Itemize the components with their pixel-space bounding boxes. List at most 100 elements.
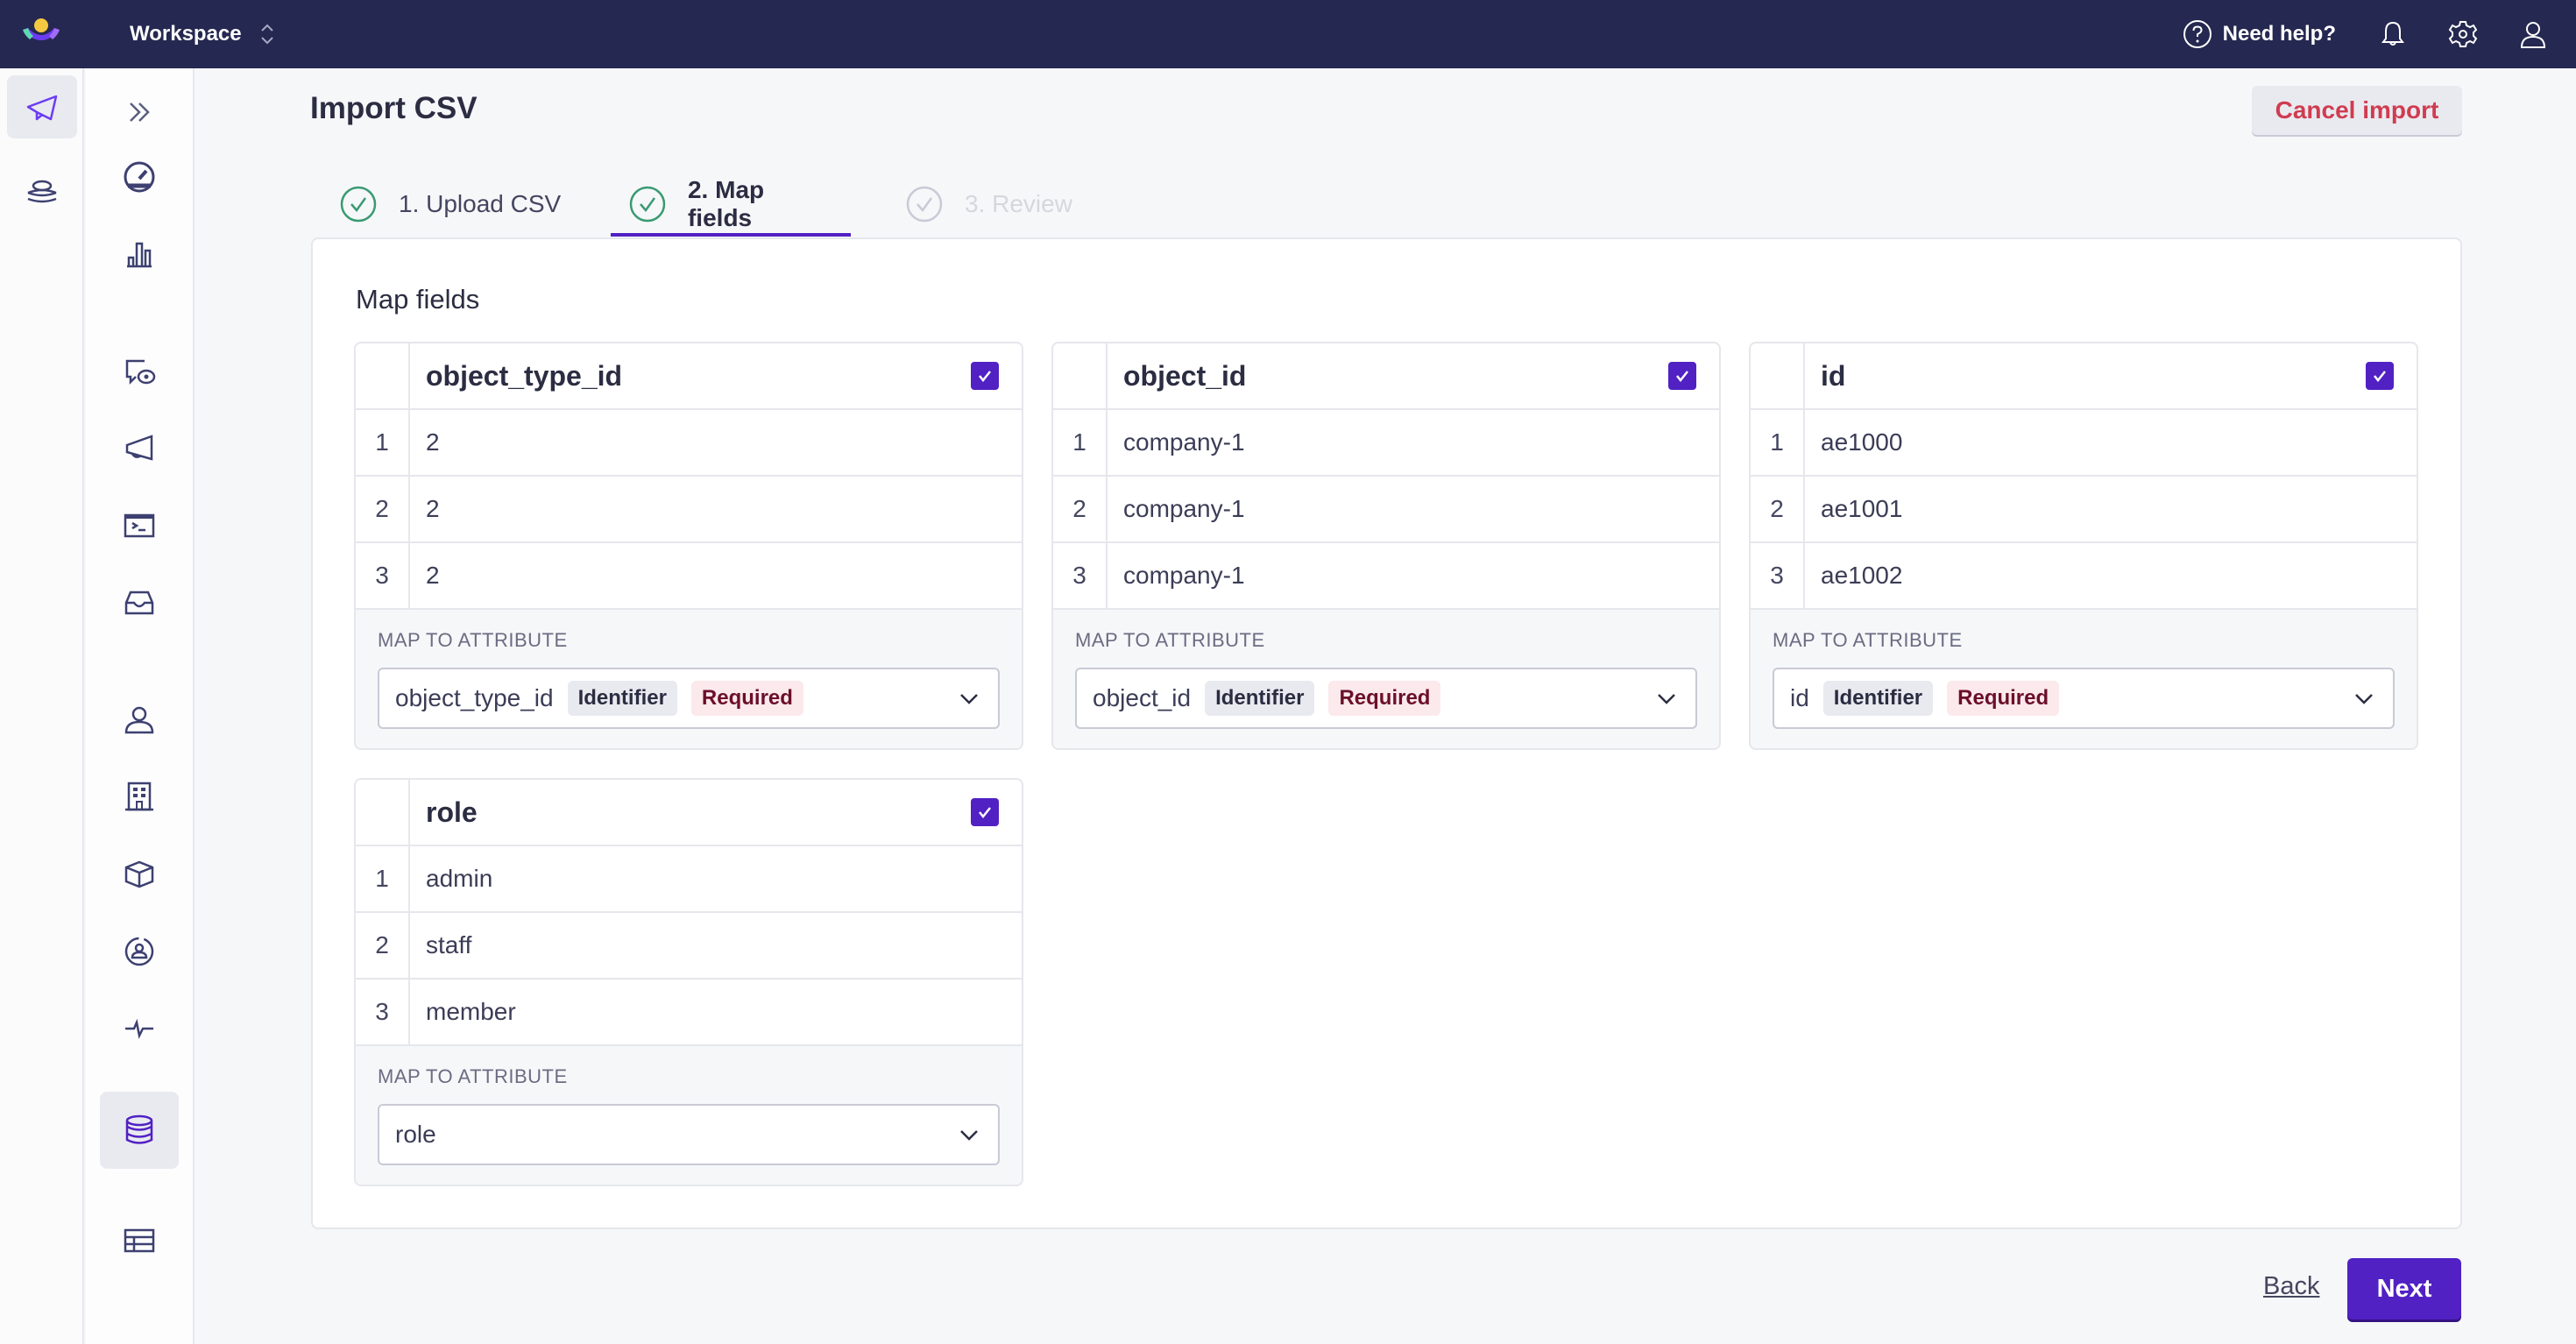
checkmark-icon [2374, 371, 2386, 383]
database-icon [125, 1114, 153, 1144]
building-icon [125, 782, 153, 811]
include-column-checkbox[interactable] [2366, 362, 2394, 390]
checkmark-icon [979, 371, 991, 383]
column-card-id: id 1 ae1000 2 ae1001 3 ae1002 MAP TO ATTRIB… [1749, 342, 2418, 750]
column-card-object-id: object_id 1 company-1 2 company-1 3 company… [1051, 342, 1721, 750]
back-link[interactable]: Back [2263, 1272, 2319, 1301]
section-nav [86, 68, 195, 1344]
notifications-button[interactable] [2378, 19, 2408, 49]
next-button[interactable]: Next [2347, 1258, 2461, 1319]
table-row: 1 ae1000 [1751, 410, 2417, 477]
column-name: role [426, 796, 478, 828]
settings-button[interactable] [2448, 19, 2478, 49]
bar-chart-icon [127, 242, 152, 268]
page-title: Import CSV [310, 91, 478, 125]
include-column-checkbox[interactable] [1668, 362, 1696, 390]
rail-item-messaging[interactable] [7, 75, 77, 138]
row-value: ae1002 [1821, 562, 1903, 589]
step-label: 2. Map fields [687, 176, 765, 231]
row-index: 1 [1053, 410, 1108, 475]
card-title: Map fields [356, 284, 480, 315]
table-row: 1 company-1 [1053, 410, 1719, 477]
row-index: 3 [356, 543, 410, 608]
table-row: 12 [356, 410, 1022, 477]
chat-preview-icon [125, 359, 156, 386]
check-circle-icon [906, 186, 943, 223]
row-index: 3 [1751, 543, 1805, 608]
nav-activity[interactable] [100, 990, 179, 1067]
table-row: 1 admin [356, 846, 1022, 913]
include-column-checkbox[interactable] [971, 798, 999, 826]
nav-analytics[interactable] [100, 216, 179, 293]
nav-preview[interactable] [100, 333, 179, 410]
table-row: 2 staff [356, 913, 1022, 980]
cancel-import-button[interactable]: Cancel import [2252, 86, 2462, 135]
app-logo[interactable] [19, 16, 63, 51]
row-value: company-1 [1123, 562, 1245, 589]
profile-button[interactable] [2518, 19, 2548, 49]
row-value: 2 [426, 562, 440, 589]
attribute-select[interactable]: role [378, 1104, 1000, 1165]
bell-icon [2381, 21, 2404, 46]
chevron-down-icon [960, 1130, 978, 1141]
row-index: 1 [1751, 410, 1805, 475]
nav-people[interactable] [100, 682, 179, 759]
identifier-badge: Identifier [1205, 681, 1315, 716]
activity-icon [125, 1018, 153, 1039]
rail-item-data[interactable] [7, 166, 77, 219]
selected-attribute: role [395, 1121, 436, 1148]
paper-plane-icon [26, 95, 58, 121]
nav-objects[interactable] [100, 836, 179, 913]
inbox-icon [124, 591, 154, 615]
row-value: 2 [426, 495, 440, 522]
row-value: staff [426, 931, 472, 958]
map-to-attribute-section: MAP TO ATTRIBUTE id Identifier Required [1751, 610, 2417, 748]
nav-dashboard[interactable] [100, 138, 179, 216]
nav-companies[interactable] [100, 759, 179, 836]
selected-attribute: object_id [1093, 684, 1192, 711]
top-bar: Workspace Need help? [0, 0, 2576, 68]
map-to-attribute-section: MAP TO ATTRIBUTE object_type_id Identifi… [356, 610, 1022, 748]
row-value: admin [426, 865, 493, 892]
step-upload-csv[interactable]: 1. Upload CSV [311, 172, 611, 237]
attribute-select[interactable]: id Identifier Required [1773, 668, 2395, 729]
map-to-attribute-section: MAP TO ATTRIBUTE role [356, 1046, 1022, 1185]
attribute-select[interactable]: object_type_id Identifier Required [378, 668, 1000, 729]
required-badge: Required [1328, 681, 1441, 716]
nav-broadcasts[interactable] [100, 410, 179, 487]
row-value: member [426, 998, 516, 1025]
checkmark-icon [979, 807, 991, 819]
column-header: id [1751, 343, 2417, 410]
dashboard-gauge-icon [124, 161, 155, 193]
gear-icon [2448, 21, 2478, 47]
chevron-down-icon [960, 694, 978, 704]
include-column-checkbox[interactable] [971, 362, 999, 390]
column-card-role: role 1 admin 2 staff 3 member MAP TO ATTRIB… [354, 778, 1023, 1186]
step-review: 3. Review [851, 172, 1088, 237]
step-map-fields[interactable]: 2. Map fields [611, 172, 851, 237]
step-label: 3. Review [965, 190, 1072, 217]
need-help-button[interactable]: Need help? [2183, 19, 2336, 49]
nav-terminal[interactable] [100, 487, 179, 564]
nav-data-index[interactable] [100, 1092, 179, 1169]
map-to-attribute-label: MAP TO ATTRIBUTE [1773, 629, 1963, 651]
table-row: 3 company-1 [1053, 543, 1719, 610]
step-label: 1. Upload CSV [399, 190, 562, 217]
user-icon [2520, 22, 2546, 48]
nav-segments[interactable] [100, 913, 179, 990]
person-icon [124, 706, 154, 734]
selected-attribute: object_type_id [395, 684, 554, 711]
table-row: 2 ae1001 [1751, 477, 2417, 543]
table-row: 3 ae1002 [1751, 543, 2417, 610]
column-header: object_id [1053, 343, 1719, 410]
workspace-label: Workspace [130, 22, 242, 46]
workspace-switcher[interactable]: Workspace [130, 0, 275, 68]
nav-inbox[interactable] [100, 564, 179, 641]
attribute-select[interactable]: object_id Identifier Required [1075, 668, 1697, 729]
table-icon [124, 1228, 155, 1253]
map-to-attribute-label: MAP TO ATTRIBUTE [378, 629, 568, 651]
row-index: 2 [356, 477, 410, 541]
nav-tables[interactable] [100, 1202, 179, 1279]
table-row: 22 [356, 477, 1022, 543]
chevron-down-icon [1658, 694, 1675, 704]
